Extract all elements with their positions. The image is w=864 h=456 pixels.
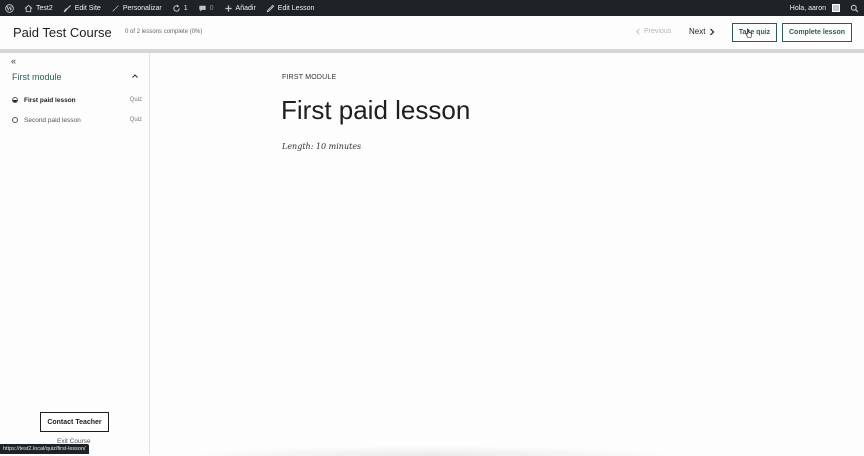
refresh-icon [173, 4, 180, 12]
course-sidebar: « First module First paid lesson Quiz Se… [0, 53, 150, 454]
sidebar-lesson-first-paid-lesson[interactable]: First paid lesson Quiz [12, 94, 142, 106]
lesson-label: Second paid lesson [24, 116, 81, 124]
next-lesson-button[interactable]: Next [689, 27, 715, 36]
lesson-quiz-tag: Quiz [129, 97, 142, 103]
updates-count: 1 [183, 4, 188, 12]
course-progress-text: 0 of 2 lessons complete (0%) [125, 29, 203, 35]
lesson-length: Length: 10 minutes [282, 142, 362, 151]
brush-icon [63, 4, 71, 12]
collapse-sidebar-button[interactable]: « [11, 56, 16, 66]
add-new-link[interactable]: Añadir [219, 0, 261, 16]
hand-cursor-icon [745, 29, 752, 38]
customize-label: Personalizar [122, 4, 162, 12]
course-title[interactable]: Paid Test Course [13, 25, 112, 40]
lesson-not-started-icon [12, 117, 18, 123]
complete-lesson-button[interactable]: Complete lesson [782, 23, 852, 42]
lesson-label: First paid lesson [24, 96, 76, 104]
module-title[interactable]: First module [12, 72, 62, 82]
edit-lesson-link[interactable]: Edit Lesson [261, 0, 320, 16]
plus-icon [224, 4, 232, 12]
comments-count: 0 [209, 4, 214, 12]
sidebar-lesson-second-paid-lesson[interactable]: Second paid lesson Quiz [12, 114, 142, 126]
content-shadow [175, 446, 685, 456]
admin-bar: W Test2 Edit Site Personalizar 1 0 Añadi… [0, 0, 864, 16]
comment-icon [198, 5, 206, 12]
home-icon [24, 4, 33, 12]
edit-lesson-label: Edit Lesson [277, 4, 315, 12]
search-icon [850, 4, 859, 12]
lesson-content: FIRST MODULE First paid lesson Length: 1… [150, 53, 864, 454]
chevron-right-icon [710, 28, 715, 35]
edit-site-link[interactable]: Edit Site [58, 0, 106, 16]
pencil-brush-icon [112, 4, 119, 12]
course-header: Paid Test Course 0 of 2 lessons complete… [0, 16, 864, 49]
site-name-label: Test2 [36, 4, 53, 12]
updates-link[interactable]: 1 [167, 0, 193, 16]
lesson-title: First paid lesson [281, 95, 471, 125]
chevron-up-icon[interactable] [131, 72, 139, 80]
previous-label: Previous [644, 28, 672, 35]
customize-link[interactable]: Personalizar [106, 0, 167, 16]
edit-site-label: Edit Site [74, 4, 101, 12]
svg-text:W: W [5, 6, 13, 12]
link-status-bar: https://test2.local/quiz/first-lesson/ [0, 444, 89, 454]
contact-teacher-button[interactable]: Contact Teacher [40, 412, 109, 432]
pencil-icon [266, 4, 275, 12]
chevron-left-icon [636, 28, 640, 35]
add-new-label: Añadir [235, 4, 256, 12]
my-account-link[interactable]: Hola, aaron [785, 0, 845, 16]
lesson-quiz-tag: Quiz [129, 117, 142, 123]
avatar [832, 4, 840, 12]
wordpress-logo-button[interactable]: W [0, 0, 19, 16]
previous-lesson-button[interactable]: Previous [635, 28, 671, 35]
wordpress-icon: W [5, 3, 14, 13]
site-name-link[interactable]: Test2 [19, 0, 58, 16]
admin-search-button[interactable] [845, 0, 864, 16]
lesson-in-progress-icon [12, 97, 18, 103]
module-breadcrumb: FIRST MODULE [282, 74, 337, 81]
comments-link[interactable]: 0 [193, 0, 219, 16]
take-quiz-button[interactable]: Take quiz [732, 23, 777, 42]
next-label: Next [689, 27, 706, 36]
greeting-label: Hola, aaron [789, 4, 826, 12]
